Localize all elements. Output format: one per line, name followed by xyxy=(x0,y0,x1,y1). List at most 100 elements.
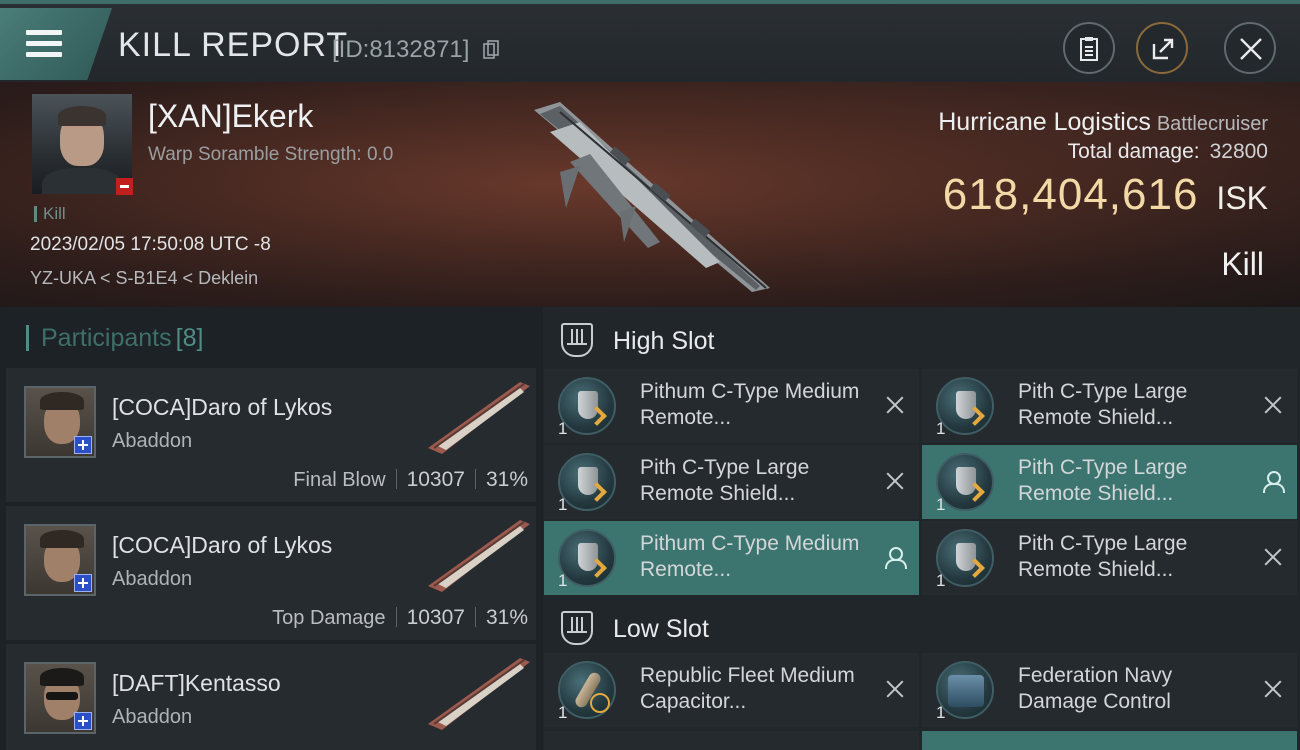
clipboard-button[interactable] xyxy=(1063,22,1115,74)
victim-panel: [XAN]Ekerk Warp Soramble Strength: 0.0 K… xyxy=(0,82,1300,307)
total-damage-value: 32800 xyxy=(1209,140,1268,163)
module-qty: 1 xyxy=(936,703,946,722)
total-damage: Total damage: 32800 xyxy=(1068,140,1268,164)
participant-percent: 31% xyxy=(485,606,528,629)
participant-damage: 10307 xyxy=(406,468,465,491)
module-name: Pith C-Type Large Remote Shield... xyxy=(1018,456,1188,505)
module-qty: 1 xyxy=(936,419,946,438)
participant-name: [COCA]Daro of Lykos xyxy=(112,532,333,558)
module-item[interactable]: 1 Federation Navy Damage Control xyxy=(922,653,1297,727)
participant-avatar[interactable] xyxy=(24,662,96,734)
module-qty: 1 xyxy=(558,495,568,514)
warp-scramble-strength: Warp Soramble Strength: 0.0 xyxy=(148,144,394,165)
participant-damage: 10307 xyxy=(406,606,465,629)
participant-ship: Abaddon xyxy=(112,568,193,590)
module-item[interactable]: 1 Pith C-Type Large Remote Shield... xyxy=(544,445,919,519)
page-title: KILL REPORT xyxy=(118,26,349,64)
victim-name[interactable]: [XAN]Ekerk xyxy=(148,98,313,135)
dropped-person-icon xyxy=(1263,471,1285,493)
friendly-badge-icon xyxy=(74,712,92,730)
high-slot-label: High Slot xyxy=(613,327,715,355)
kill-datetime: 2023/02/05 17:50:08 UTC -8 xyxy=(30,234,271,255)
module-qty: 1 xyxy=(936,571,946,590)
share-button[interactable] xyxy=(1136,22,1188,74)
destroyed-x-icon xyxy=(885,679,905,699)
menu-button[interactable] xyxy=(0,8,112,80)
participant-avatar[interactable] xyxy=(24,386,96,458)
destroyed-x-icon xyxy=(1263,679,1283,699)
destroyed-x-icon xyxy=(1263,547,1283,567)
kill-location[interactable]: YZ-UKA < S-B1E4 < Deklein xyxy=(30,268,258,289)
participant-card[interactable]: [COCA]Daro of Lykos Abaddon Top Damage 10… xyxy=(6,506,536,640)
participant-role: Final Blow xyxy=(293,469,386,491)
module-name: Pith C-Type Large Remote Shield... xyxy=(1018,532,1188,581)
destroyed-x-icon xyxy=(885,395,905,415)
participant-avatar[interactable] xyxy=(24,524,96,596)
ship-info[interactable]: Hurricane Logistics Battlecruiser xyxy=(938,108,1268,137)
module-name: Republic Fleet Medium Capacitor... xyxy=(640,664,855,713)
isk-unit: ISK xyxy=(1216,180,1268,216)
low-slot-label: Low Slot xyxy=(613,615,709,643)
participants-title: Participants xyxy=(41,324,172,352)
module-name: Pithum C-Type Medium Remote... xyxy=(640,380,860,429)
report-id: [ID:8132871] xyxy=(332,36,470,63)
participants-panel: Participants [8] [COCA]Daro of Lykos Abad… xyxy=(0,307,543,750)
friendly-badge-icon xyxy=(74,574,92,592)
module-item[interactable]: 1 Pithum C-Type Medium Remote... xyxy=(544,521,919,595)
destroyed-x-icon xyxy=(1263,395,1283,415)
ship-name: Hurricane Logistics xyxy=(938,108,1151,136)
module-qty: 1 xyxy=(558,703,568,722)
module-item-partial[interactable] xyxy=(544,731,919,750)
share-icon xyxy=(1152,38,1174,60)
isk-value: 618,404,616 xyxy=(942,170,1199,219)
participant-card[interactable]: [COCA]Daro of Lykos Abaddon Final Blow 10… xyxy=(6,368,536,502)
hostile-badge-icon xyxy=(116,178,133,195)
kill-result: Kill xyxy=(1221,246,1264,282)
module-item-partial[interactable] xyxy=(922,731,1297,750)
participants-count: [8] xyxy=(175,324,204,352)
participant-ship-icon xyxy=(428,658,530,730)
module-qty: 1 xyxy=(936,495,946,514)
participant-percent: 31% xyxy=(485,468,528,491)
participant-card[interactable]: [DAFT]Kentasso Abaddon xyxy=(6,644,536,750)
hamburger-icon xyxy=(26,30,62,63)
fitting-panel: High Slot 1 Pithum C-Type Medium Remote.… xyxy=(543,307,1300,750)
module-item[interactable]: 1 Pith C-Type Large Remote Shield... xyxy=(922,521,1297,595)
copy-icon[interactable] xyxy=(483,40,499,60)
participant-name: [COCA]Daro of Lykos xyxy=(112,394,333,420)
module-name: Pith C-Type Large Remote Shield... xyxy=(640,456,810,505)
module-item[interactable]: 1 Republic Fleet Medium Capacitor... xyxy=(544,653,919,727)
dropped-person-icon xyxy=(885,547,907,569)
module-name: Federation Navy Damage Control xyxy=(1018,664,1173,713)
participant-stats: Final Blow 10307 31% xyxy=(293,468,528,492)
close-button[interactable] xyxy=(1224,22,1276,74)
kill-tag: Kill xyxy=(34,205,66,222)
participant-name: [DAFT]Kentasso xyxy=(112,670,281,696)
module-item[interactable]: 1 Pithum C-Type Medium Remote... xyxy=(544,369,919,443)
total-damage-label: Total damage: xyxy=(1067,140,1200,163)
destroyed-x-icon xyxy=(885,471,905,491)
participant-ship: Abaddon xyxy=(112,706,193,728)
participant-ship-icon xyxy=(428,520,530,592)
module-qty: 1 xyxy=(558,571,568,590)
module-name: Pith C-Type Large Remote Shield... xyxy=(1018,380,1188,429)
participant-role: Top Damage xyxy=(272,607,386,629)
top-bar: KILL REPORT [ID:8132871] xyxy=(0,0,1300,82)
friendly-badge-icon xyxy=(74,436,92,454)
high-slot-header: High Slot xyxy=(543,307,1300,367)
module-qty: 1 xyxy=(558,419,568,438)
high-slot-icon xyxy=(561,323,593,357)
low-slot-icon xyxy=(561,611,593,645)
close-icon xyxy=(1240,38,1262,60)
clipboard-icon xyxy=(1080,37,1098,61)
participant-stats: Top Damage 10307 31% xyxy=(272,606,528,630)
participant-ship-icon xyxy=(428,382,530,454)
participants-header: Participants [8] xyxy=(26,325,203,351)
isk-value-line: 618,404,616 ISK xyxy=(943,170,1268,220)
module-item[interactable]: 1 Pith C-Type Large Remote Shield... xyxy=(922,369,1297,443)
module-item[interactable]: 1 Pith C-Type Large Remote Shield... xyxy=(922,445,1297,519)
ship-class: Battlecruiser xyxy=(1156,113,1268,135)
low-slot-header: Low Slot xyxy=(543,595,1300,655)
ship-image[interactable] xyxy=(520,92,780,297)
module-name: Pithum C-Type Medium Remote... xyxy=(640,532,860,581)
